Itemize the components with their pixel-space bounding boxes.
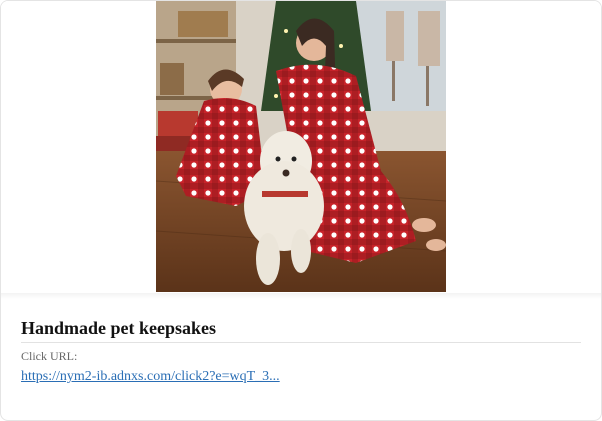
ad-card: Handmade pet keepsakes Click URL: https:… [0, 0, 602, 421]
click-url-link[interactable]: https://nym2-ib.adnxs.com/click2?e=wqT_3… [21, 368, 280, 386]
click-url-label: Click URL: [21, 349, 78, 363]
ad-image-container[interactable] [1, 1, 601, 294]
ad-title: Handmade pet keepsakes [21, 317, 581, 343]
ad-image[interactable] [156, 1, 446, 292]
media-divider [1, 293, 601, 299]
